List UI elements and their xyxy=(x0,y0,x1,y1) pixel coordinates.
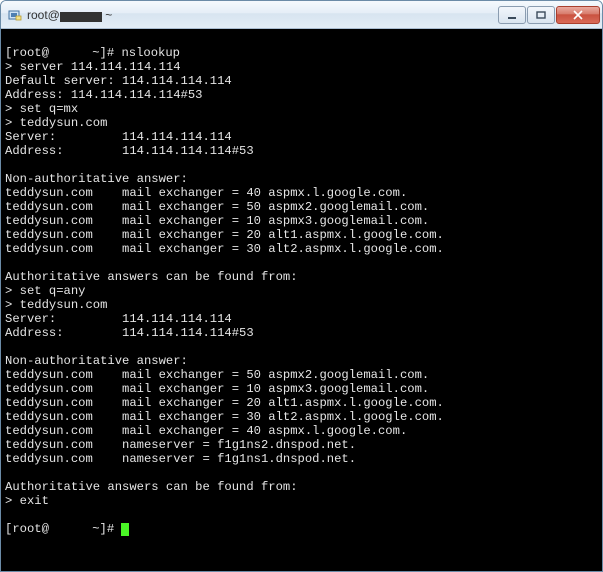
output-line: > exit xyxy=(5,494,49,508)
output-line: teddysun.com mail exchanger = 50 aspmx2.… xyxy=(5,368,429,382)
maximize-button[interactable] xyxy=(527,6,555,24)
output-line: > teddysun.com xyxy=(5,116,107,130)
window-controls xyxy=(498,6,600,24)
output-line: teddysun.com mail exchanger = 40 aspmx.l… xyxy=(5,186,407,200)
output-line: Server: 114.114.114.114 xyxy=(5,130,232,144)
output-line: teddysun.com mail exchanger = 30 alt2.as… xyxy=(5,242,444,256)
output-line: teddysun.com mail exchanger = 20 alt1.as… xyxy=(5,396,444,410)
terminal-body[interactable]: [root@ . . ~]# nslookup > server 114.114… xyxy=(1,29,602,571)
output-line: Address: 114.114.114.114#53 xyxy=(5,144,254,158)
window-title: root@ ~ xyxy=(27,8,498,22)
minimize-button[interactable] xyxy=(498,6,526,24)
output-line: Non-authoritative answer: xyxy=(5,354,188,368)
output-line: Authoritative answers can be found from: xyxy=(5,270,298,284)
output-line: teddysun.com nameserver = f1g1ns1.dnspod… xyxy=(5,452,356,466)
output-line: Non-authoritative answer: xyxy=(5,172,188,186)
output-line: > set q=mx xyxy=(5,102,78,116)
output-line: Address: 114.114.114.114#53 xyxy=(5,326,254,340)
output-line: teddysun.com mail exchanger = 10 aspmx3.… xyxy=(5,382,429,396)
titlebar[interactable]: root@ ~ xyxy=(1,1,602,29)
close-button[interactable] xyxy=(556,6,600,24)
output-line: teddysun.com mail exchanger = 20 alt1.as… xyxy=(5,228,444,242)
output-line: teddysun.com mail exchanger = 10 aspmx3.… xyxy=(5,214,429,228)
output-line: teddysun.com mail exchanger = 50 aspmx2.… xyxy=(5,200,429,214)
output-line: > teddysun.com xyxy=(5,298,107,312)
output-line: Authoritative answers can be found from: xyxy=(5,480,298,494)
putty-icon xyxy=(7,7,23,23)
cursor-icon xyxy=(121,523,129,536)
output-line: teddysun.com mail exchanger = 40 aspmx.l… xyxy=(5,424,407,438)
output-line: teddysun.com mail exchanger = 30 alt2.as… xyxy=(5,410,444,424)
terminal-window: root@ ~ [root@ . . ~]# nslookup > server… xyxy=(0,0,603,572)
output-line: Server: 114.114.114.114 xyxy=(5,312,232,326)
prompt-line: [root@. . ~]# xyxy=(5,522,129,536)
prompt-line: [root@ . . ~]# nslookup xyxy=(5,46,180,60)
output-line: teddysun.com nameserver = f1g1ns2.dnspod… xyxy=(5,438,356,452)
output-line: > set q=any xyxy=(5,284,85,298)
output-line: > server 114.114.114.114 xyxy=(5,60,181,74)
output-line: Default server: 114.114.114.114 xyxy=(5,74,232,88)
output-line: Address: 114.114.114.114#53 xyxy=(5,88,202,102)
